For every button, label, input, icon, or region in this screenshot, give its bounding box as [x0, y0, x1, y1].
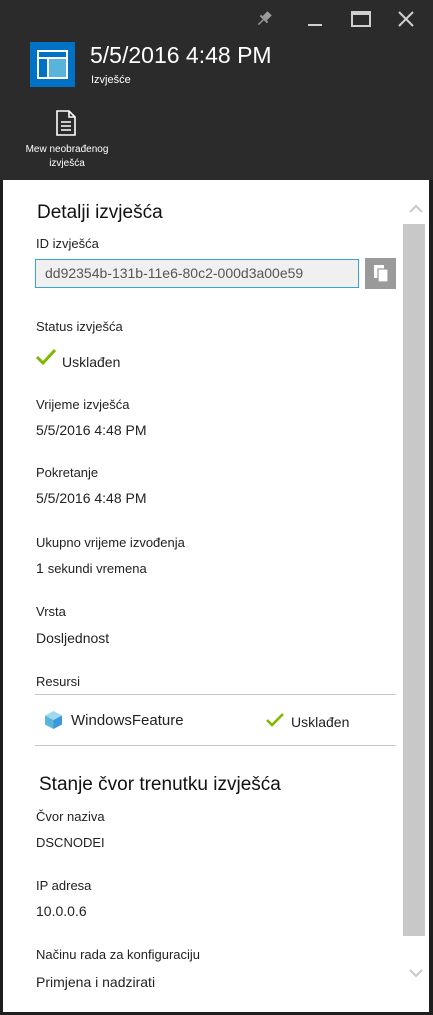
duration-value: 1 sekundi vremena [36, 560, 147, 576]
maximize-icon [351, 11, 371, 27]
report-id-label: ID izvješća [36, 236, 99, 251]
resources-divider-bottom [35, 745, 396, 746]
pin-button[interactable] [251, 6, 277, 32]
report-status-label: Status izvješća [36, 319, 123, 334]
report-id-field[interactable]: dd92354b-131b-11e6-80c2-000d3a00e59 [35, 259, 359, 288]
minimize-button[interactable] [302, 6, 328, 32]
start-time-value: 5/5/2016 4:48 PM [36, 490, 147, 506]
copy-button[interactable] [365, 258, 396, 289]
duration-number: 1 [36, 560, 44, 576]
document-icon [56, 110, 76, 136]
node-name-value: DSCNODEI [36, 835, 105, 850]
copy-icon [373, 264, 389, 283]
blade-subtitle: Izvješće [91, 74, 131, 86]
resource-cube-icon [45, 711, 62, 729]
node-name-label: Čvor naziva [36, 809, 105, 824]
maximize-button[interactable] [348, 6, 374, 32]
view-raw-report-button[interactable]: Mew neobrađenog izvješća [12, 108, 122, 174]
view-raw-report-label-line1: Mew neobrađenog [25, 144, 109, 155]
view-raw-report-label-line2: izvješća [49, 158, 85, 169]
blade-title: 5/5/2016 4:48 PM [90, 42, 272, 68]
resource-status: Usklađen [291, 714, 350, 730]
start-time-label: Pokretanje [36, 465, 99, 480]
duration-label: Ukupno vrijeme izvođenja [36, 535, 185, 550]
report-status-value: Usklađen [62, 354, 121, 370]
resource-name: WindowsFeature [71, 712, 184, 729]
report-time-label: Vrijeme izvješća [36, 397, 130, 412]
scrollbar-thumb[interactable] [403, 224, 425, 936]
node-state-heading: Stanje čvor trenutku izvješća [39, 774, 281, 795]
config-mode-value: Primjena i nadzirati [36, 974, 156, 990]
report-id-value: dd92354b-131b-11e6-80c2-000d3a00e59 [45, 265, 304, 281]
check-icon [36, 348, 56, 365]
type-label: Vrsta [36, 604, 66, 619]
ip-address-value: 10.0.0.6 [36, 903, 87, 919]
ip-address-label: IP adresa [36, 878, 92, 893]
blade-header: 5/5/2016 4:48 PM Izvješće Mew neobrađeno… [0, 0, 433, 180]
type-value: Dosljednost [36, 630, 110, 646]
resource-check-icon [266, 713, 284, 727]
blade-content: Detalji izvješća ID izvješća dd92354b-13… [3, 180, 403, 1012]
resources-label: Resursi [36, 674, 81, 689]
minimize-icon [308, 24, 322, 26]
duration-unit: sekundi vremena [47, 561, 147, 576]
vertical-scrollbar[interactable] [403, 180, 429, 1012]
view-raw-report-label: Mew neobrađenog izvješća [12, 143, 122, 171]
resource-row[interactable]: WindowsFeature Usklađen [35, 695, 396, 745]
scroll-down-icon[interactable] [409, 966, 423, 980]
report-blade-icon [30, 42, 75, 87]
close-icon [398, 11, 414, 27]
config-mode-label: Načinu rada za konfiguraciju [36, 947, 201, 962]
pin-icon [257, 11, 272, 26]
scroll-up-icon[interactable] [409, 202, 423, 216]
report-details-heading: Detalji izvješća [37, 202, 163, 223]
close-button[interactable] [393, 6, 419, 32]
report-time-value: 5/5/2016 4:48 PM [36, 422, 147, 438]
